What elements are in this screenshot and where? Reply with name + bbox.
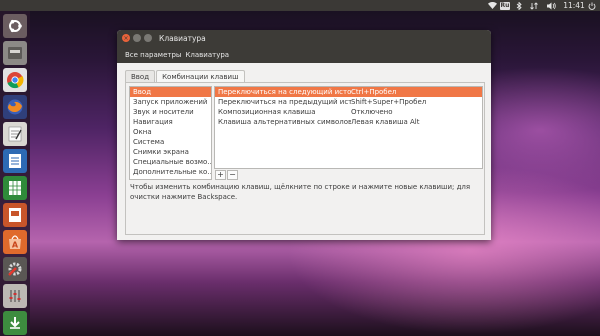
svg-text:A: A: [12, 241, 19, 250]
chrome-icon[interactable]: [3, 68, 27, 92]
tab-shortcuts[interactable]: Комбинации клавиш: [156, 70, 245, 82]
launcher: A: [0, 11, 30, 336]
calc-icon[interactable]: [3, 176, 27, 200]
category-item[interactable]: Окна: [130, 127, 211, 137]
maximize-button[interactable]: [144, 34, 152, 42]
mixer-icon[interactable]: [3, 284, 27, 308]
volume-icon[interactable]: [545, 1, 557, 10]
shortcuts-panel: Ввод Запуск приложений Звук и носители Н…: [125, 82, 485, 235]
top-panel: Ru 11:41: [0, 0, 600, 11]
tab-input[interactable]: Ввод: [125, 70, 156, 82]
bluetooth-icon[interactable]: [514, 1, 524, 10]
text-editor-icon[interactable]: [3, 122, 27, 146]
keyboard-layout-label: Ru: [499, 1, 511, 10]
shortcut-row[interactable]: Переключиться на предыдущий источник Shi…: [215, 97, 482, 107]
files-icon[interactable]: [3, 41, 27, 65]
shortcut-action: Переключиться на предыдущий источник: [218, 98, 351, 106]
shortcut-action: Композиционная клавиша: [218, 108, 316, 116]
system-settings-icon[interactable]: [3, 257, 27, 281]
close-button[interactable]: ×: [122, 34, 130, 42]
shortcut-row[interactable]: Переключиться на следующий источник Ctrl…: [215, 87, 482, 97]
category-item[interactable]: Запуск приложений: [130, 97, 211, 107]
category-list[interactable]: Ввод Запуск приложений Звук и носители Н…: [129, 86, 212, 180]
toolbar: Все параметры Клавиатура: [117, 46, 491, 63]
writer-icon[interactable]: [3, 149, 27, 173]
sort-icon[interactable]: [528, 1, 540, 10]
shortcut-action: Переключиться на следующий источник: [218, 88, 351, 96]
impress-icon[interactable]: [3, 203, 27, 227]
shortcut-keys: Shift+Super+Пробел: [351, 98, 427, 106]
keyboard-indicator[interactable]: Ru: [499, 1, 511, 10]
hint-text: Чтобы изменить комбинацию клавиш, щёлкни…: [130, 183, 471, 201]
remove-shortcut-button[interactable]: −: [227, 170, 238, 180]
shortcut-keys: Отключено: [351, 108, 393, 116]
keyboard-settings-window: × Клавиатура Все параметры Клавиатура Вв…: [117, 30, 491, 240]
category-item[interactable]: Снимки экрана: [130, 147, 211, 157]
shortcut-keys: Ctrl+Пробел: [351, 88, 397, 96]
window-titlebar[interactable]: × Клавиатура: [117, 30, 491, 46]
category-item[interactable]: Навигация: [130, 117, 211, 127]
add-shortcut-button[interactable]: +: [215, 170, 226, 180]
category-item[interactable]: Дополнительные ко…: [130, 167, 211, 177]
all-settings-button[interactable]: Все параметры: [125, 51, 181, 59]
shortcut-list[interactable]: Переключиться на следующий источник Ctrl…: [214, 86, 483, 169]
category-item[interactable]: Специальные возмо…: [130, 157, 211, 167]
shortcut-row[interactable]: Клавиша альтернативных символов Левая кл…: [215, 117, 482, 127]
software-center-icon[interactable]: A: [3, 230, 27, 254]
download-icon[interactable]: [3, 311, 27, 335]
wifi-icon[interactable]: [486, 1, 498, 10]
breadcrumb-current: Клавиатура: [185, 50, 230, 59]
clock[interactable]: 11:41: [563, 1, 585, 10]
category-item[interactable]: Система: [130, 137, 211, 147]
minimize-button[interactable]: [133, 34, 141, 42]
category-item[interactable]: Звук и носители: [130, 107, 211, 117]
shortcut-action: Клавиша альтернативных символов: [218, 118, 351, 126]
category-item[interactable]: Ввод: [130, 87, 211, 97]
window-title: Клавиатура: [159, 33, 206, 43]
shortcut-keys: Левая клавиша Alt: [351, 118, 420, 126]
power-icon[interactable]: [587, 1, 597, 10]
ubuntu-dash-icon[interactable]: [3, 14, 27, 38]
firefox-icon[interactable]: [3, 95, 27, 119]
close-icon: ×: [123, 34, 129, 42]
shortcut-row[interactable]: Композиционная клавиша Отключено: [215, 107, 482, 117]
tab-bar: Ввод Комбинации клавиш: [125, 70, 246, 82]
